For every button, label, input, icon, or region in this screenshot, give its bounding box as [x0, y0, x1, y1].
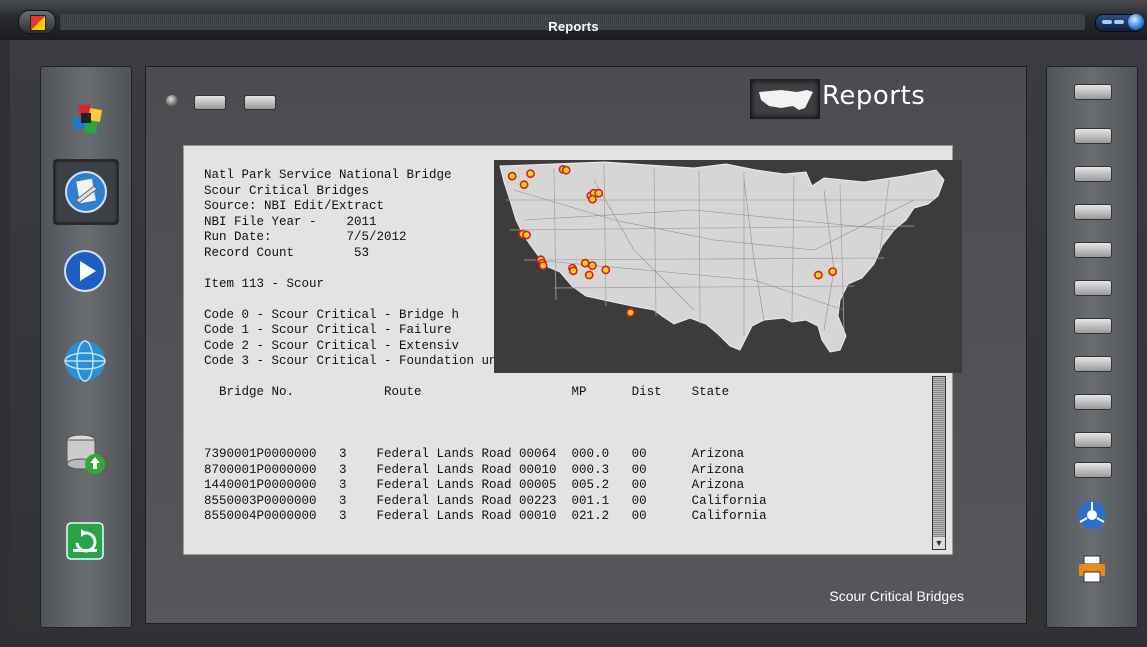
- window-title: Reports: [548, 19, 599, 34]
- chrome-globe-icon[interactable]: [1076, 499, 1108, 531]
- close-icon[interactable]: [1128, 14, 1144, 30]
- bridge-marker: [519, 180, 529, 190]
- play-icon: [64, 250, 106, 292]
- right-button-3[interactable]: [1074, 166, 1112, 182]
- right-button-6[interactable]: [1074, 280, 1112, 296]
- right-panel: [1046, 66, 1138, 628]
- bridge-marker: [588, 261, 597, 270]
- us-map-logo: [750, 79, 820, 119]
- bridge-marker: [568, 266, 578, 276]
- bridge-marker: [828, 267, 838, 276]
- report-scrollbar[interactable]: ▼: [932, 376, 946, 550]
- report-line: 8700001P0000000 3 Federal Lands Road 000…: [204, 462, 745, 477]
- bridge-marker: [507, 171, 517, 181]
- bridge-marker: [522, 230, 531, 240]
- us-map-icon: [759, 90, 813, 110]
- left-nav-panel: [40, 66, 132, 628]
- bridge-marker: [580, 258, 590, 268]
- report-line: Bridge No. Route MP Dist State: [204, 385, 730, 399]
- page-title: Reports: [822, 81, 926, 111]
- edit-report-button[interactable]: [53, 159, 119, 225]
- play-button[interactable]: [53, 239, 117, 303]
- report-line: 7390001P0000000 3 Federal Lands Road 000…: [204, 447, 745, 461]
- report-line: 8550004P0000000 3 Federal Lands Road 000…: [204, 509, 767, 523]
- right-button-7[interactable]: [1074, 318, 1112, 334]
- scroll-down-icon[interactable]: ▼: [933, 537, 945, 549]
- report-line: 1440001P0000000 3 Federal Lands Road 000…: [204, 478, 745, 492]
- bridge-marker: [584, 270, 594, 280]
- toolbar-button-1[interactable]: [194, 95, 226, 110]
- right-button-1[interactable]: [1074, 84, 1112, 100]
- bridge-marker: [588, 194, 597, 204]
- right-button-5[interactable]: [1074, 242, 1112, 258]
- right-button-11[interactable]: [1074, 462, 1112, 478]
- report-line: [204, 416, 767, 432]
- bridge-marker: [561, 165, 571, 175]
- right-button-8[interactable]: [1074, 356, 1112, 372]
- printer-icon[interactable]: [1077, 554, 1107, 584]
- apps-button[interactable]: [53, 87, 117, 151]
- database-upload-icon: [66, 434, 105, 474]
- bridge-marker: [601, 265, 611, 275]
- status-dot: [166, 95, 178, 107]
- bridge-marker: [538, 261, 548, 270]
- right-button-4[interactable]: [1074, 204, 1112, 220]
- us-landmass: [499, 161, 945, 353]
- report-line: [204, 432, 767, 448]
- refresh-button[interactable]: [53, 509, 117, 573]
- apps-icon: [71, 104, 102, 134]
- database-upload-button[interactable]: [53, 422, 117, 486]
- title-bar: Reports: [0, 0, 1147, 40]
- main-panel: Reports Natl Park Service National Bridg…: [145, 66, 1027, 624]
- right-button-2[interactable]: [1074, 128, 1112, 144]
- edit-document-icon: [65, 171, 107, 213]
- status-caption: Scour Critical Bridges: [829, 588, 964, 604]
- bridge-marker: [594, 188, 604, 198]
- right-button-9[interactable]: [1074, 394, 1112, 410]
- window-controls[interactable]: [1095, 14, 1144, 32]
- bridge-marker: [526, 169, 535, 178]
- bridge-marker: [625, 308, 635, 317]
- report-line: 8550003P0000000 3 Federal Lands Road 002…: [204, 493, 767, 508]
- us-map: [499, 161, 945, 353]
- toolbar-button-2[interactable]: [244, 95, 276, 110]
- bridge-marker: [813, 270, 823, 280]
- globe-button[interactable]: [53, 329, 117, 393]
- refresh-icon: [66, 522, 104, 560]
- report-line: [204, 401, 767, 417]
- globe-icon: [64, 340, 106, 382]
- right-button-10[interactable]: [1074, 432, 1112, 448]
- bridge-location-map: [494, 160, 962, 373]
